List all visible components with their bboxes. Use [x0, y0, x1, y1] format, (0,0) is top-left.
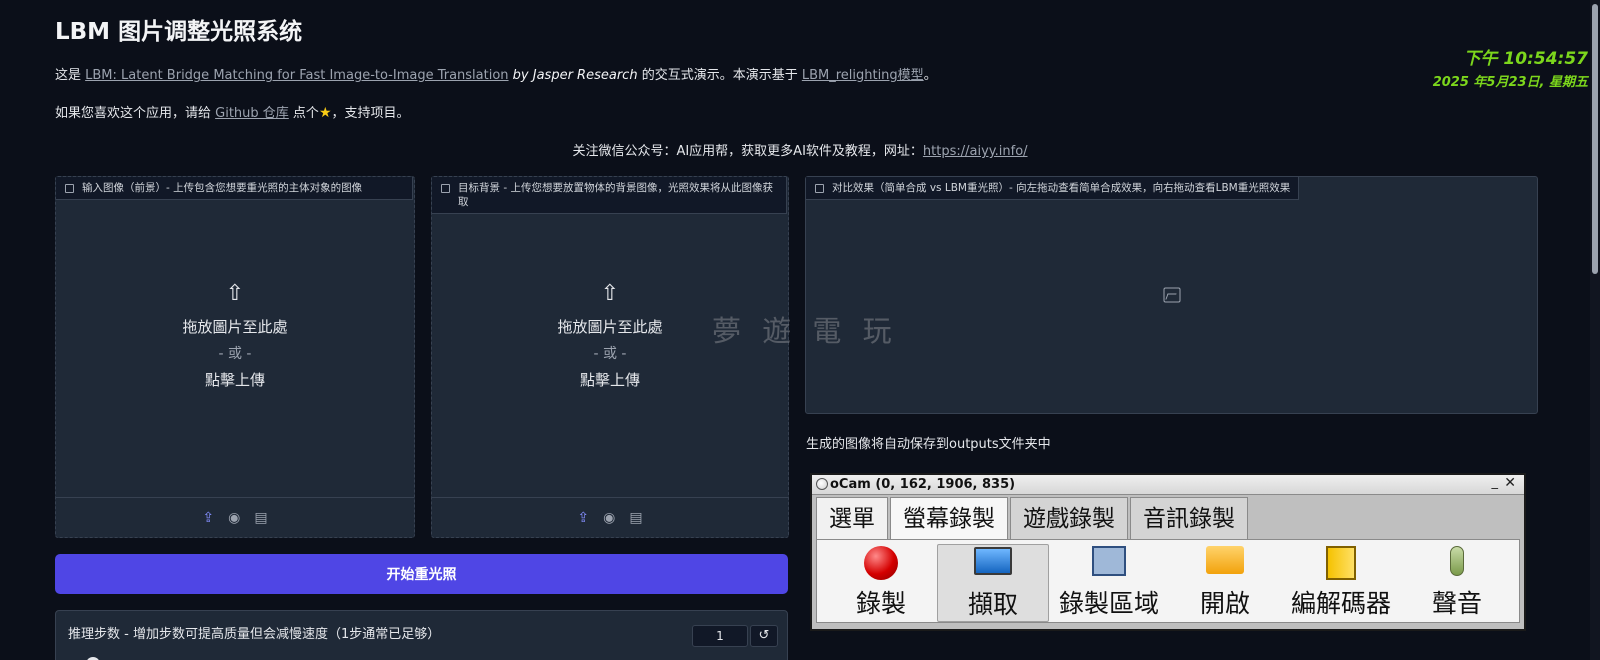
clock-date: 2025 年5月23日, 星期五 [1432, 75, 1588, 90]
tab-screen-record[interactable]: 螢幕錄製 [890, 497, 1008, 541]
image-icon [441, 184, 450, 193]
webcam-icon[interactable]: ◉ [603, 510, 615, 526]
tab-game-record[interactable]: 遊戲錄製 [1010, 497, 1128, 539]
github-link[interactable]: Github 仓库 [215, 106, 289, 121]
inference-steps-input[interactable]: 1 [692, 625, 748, 647]
start-relighting-button[interactable]: 开始重光照 [55, 554, 788, 594]
image-icon [815, 184, 824, 193]
watermark-text: 夢 遊 電 玩 [712, 314, 898, 348]
monitor-icon [974, 547, 1012, 575]
record-icon [864, 546, 898, 580]
input-source-bar: ⇪ ◉ ▤ [56, 497, 414, 537]
star-icon: ★ [318, 105, 332, 121]
upload-source-icon[interactable]: ⇪ [577, 510, 589, 526]
comparison-result-label: 对比效果（简单合成 vs LBM重光照）- 向左拖动查看简单合成效果，向右拖动查… [806, 177, 1300, 200]
webcam-icon[interactable]: ◉ [228, 510, 240, 526]
clock-time: 下午 10:54:57 [1463, 49, 1589, 69]
like-line: 如果您喜欢这个应用，请给 Github 仓库 点个★，支持项目。 [55, 105, 410, 121]
ocam-toolbar: 錄製 擷取 錄製區域 開啟 編解碼器 聲音 [816, 539, 1520, 623]
film-codec-icon [1326, 546, 1356, 580]
minimize-icon[interactable]: _ [1492, 475, 1499, 490]
upload-icon: ⇧ [225, 281, 245, 306]
ocam-title: oCam (0, 162, 1906, 835) [830, 477, 1016, 492]
upload-source-icon[interactable]: ⇪ [202, 510, 214, 526]
comparison-result-panel[interactable]: 对比效果（简单合成 vs LBM重光照）- 向左拖动查看简单合成效果，向右拖动查… [805, 176, 1538, 414]
background-image-label: 目标背景 - 上传您想要放置物体的背景图像，光照效果将从此图像获取 [432, 177, 787, 214]
page-scrollbar[interactable] [1590, 0, 1600, 660]
follow-line: 关注微信公众号：AI应用帮，获取更多AI软件及教程，网址：https://aiy… [572, 144, 1028, 159]
sound-button[interactable]: 聲音 [1401, 544, 1513, 622]
codec-button[interactable]: 編解碼器 [1285, 544, 1397, 622]
save-note: 生成的图像将自动保存到outputs文件夹中 [806, 437, 1051, 452]
model-link[interactable]: LBM_relighting模型 [802, 68, 924, 83]
folder-icon [1206, 546, 1244, 574]
inference-steps-label: 推理步数 - 增加步数可提高质量但会减慢速度（1步通常已足够） [68, 627, 441, 642]
scrollbar-thumb[interactable] [1592, 4, 1598, 274]
input-image-label: 输入图像（前景）- 上传包含您想要重光照的主体对象的图像 [56, 177, 413, 200]
open-button[interactable]: 開啟 [1169, 544, 1281, 622]
intro-line: 这是 LBM: Latent Bridge Matching for Fast … [55, 68, 937, 83]
close-icon[interactable]: ✕ [1504, 475, 1516, 491]
paper-link[interactable]: LBM: Latent Bridge Matching for Fast Ima… [85, 68, 508, 83]
input-upload-area[interactable]: ⇧ 拖放圖片至此處 - 或 - 點擊上傳 [56, 282, 414, 390]
clipboard-icon[interactable]: ▤ [629, 510, 642, 526]
tab-menu[interactable]: 選單 [816, 497, 888, 539]
page-title: LBM 图片调整光照系统 [55, 19, 303, 45]
tab-audio-record[interactable]: 音訊錄製 [1130, 497, 1248, 539]
image-icon [65, 184, 74, 193]
background-image-panel[interactable]: 目标背景 - 上传您想要放置物体的背景图像，光照效果将从此图像获取 ⇧ 拖放圖片… [431, 176, 789, 538]
image-placeholder-icon [1163, 287, 1180, 303]
ocam-window: oCam (0, 162, 1906, 835) _ ✕ 選單 螢幕錄製 遊戲錄… [810, 473, 1526, 631]
website-link[interactable]: https://aiyy.info/ [923, 144, 1028, 159]
upload-icon: ⇧ [600, 281, 620, 306]
capture-button[interactable]: 擷取 [937, 544, 1049, 622]
area-resize-icon [1092, 546, 1126, 576]
input-image-panel[interactable]: 输入图像（前景）- 上传包含您想要重光照的主体对象的图像 ⇧ 拖放圖片至此處 -… [55, 176, 415, 538]
ocam-titlebar[interactable]: oCam (0, 162, 1906, 835) _ ✕ [812, 475, 1524, 495]
inference-steps-panel: 推理步数 - 增加步数可提高质量但会减慢速度（1步通常已足够） 1 ↺ [55, 610, 788, 660]
microphone-icon [1450, 546, 1464, 576]
author-text: by Jasper Research [508, 68, 638, 83]
reset-icon[interactable]: ↺ [750, 625, 778, 647]
ocam-tabs: 選單 螢幕錄製 遊戲錄製 音訊錄製 [816, 497, 1250, 541]
clipboard-icon[interactable]: ▤ [254, 510, 267, 526]
clock-overlay: 下午 10:54:57 2025 年5月23日, 星期五 [1433, 44, 1588, 90]
record-button[interactable]: 錄製 [825, 544, 937, 622]
record-area-button[interactable]: 錄製區域 [1053, 544, 1165, 622]
background-source-bar: ⇪ ◉ ▤ [432, 497, 788, 537]
ocam-app-icon [816, 478, 828, 490]
